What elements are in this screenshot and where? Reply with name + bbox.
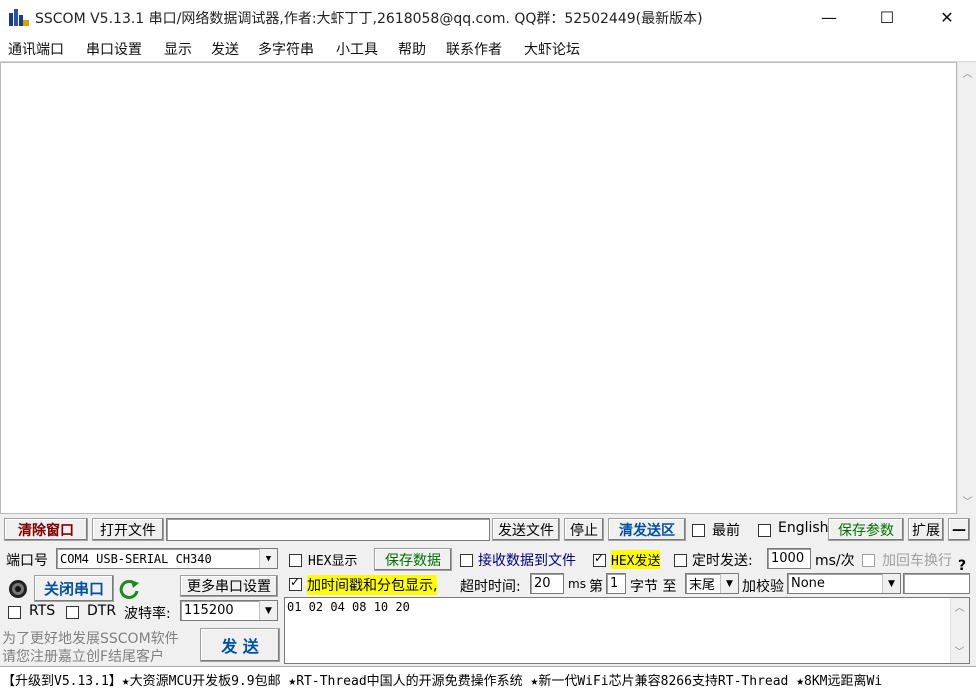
byte-to-label: 字节 至 <box>630 579 677 595</box>
window-title: SSCOM V5.13.1 串口/网络数据调试器,作者:大虾丁丁,2618058… <box>35 11 703 27</box>
more-settings-button[interactable]: 更多串口设置 <box>180 575 278 597</box>
port-select-value: COM4 USB-SERIAL CH340 <box>60 551 212 566</box>
chevron-down-icon[interactable]: ▼ <box>882 574 900 593</box>
help-icon[interactable]: ? <box>958 558 966 574</box>
recv-to-file-label: 接收数据到文件 <box>478 553 576 569</box>
save-data-button[interactable]: 保存数据 <box>374 548 452 571</box>
collapse-button[interactable]: — <box>948 518 970 541</box>
ticker-bar: 【升级到V5.13.1】★大资源MCU开发板9.9包邮 ★RT-Thread中国… <box>0 666 976 688</box>
timed-send-label: 定时发送: <box>692 553 753 569</box>
maximize-button[interactable]: ☐ <box>858 0 916 34</box>
dtr-label: DTR <box>87 603 117 619</box>
add-crlf-label: 加回车换行 <box>882 553 952 569</box>
timed-send-checkbox[interactable] <box>674 554 687 567</box>
hex-send-label: HEX发送 <box>611 550 661 569</box>
rts-checkbox[interactable] <box>8 606 21 619</box>
end-select[interactable]: 末尾 ▼ <box>685 573 739 594</box>
timestamp-checkbox[interactable] <box>289 575 302 591</box>
app-icon <box>8 7 30 27</box>
menu-bar: 通讯端口 串口设置 显示 发送 多字符串 小工具 帮助 联系作者 大虾论坛 <box>0 34 976 62</box>
hex-display-label: HEX显示 <box>308 554 358 569</box>
menu-serial-settings[interactable]: 串口设置 <box>86 39 142 59</box>
save-params-button[interactable]: 保存参数 <box>828 518 904 541</box>
extra-input[interactable] <box>903 573 970 594</box>
menu-display[interactable]: 显示 <box>164 39 192 59</box>
timeout-label: 超时时间: <box>460 579 521 595</box>
menu-forum[interactable]: 大虾论坛 <box>524 39 580 59</box>
baud-select-value: 115200 <box>184 603 234 618</box>
recv-to-file-checkbox[interactable] <box>460 554 473 567</box>
dtr-checkbox[interactable] <box>66 606 79 619</box>
menu-send[interactable]: 发送 <box>211 39 239 59</box>
send-content: 01 02 04 08 10 20 <box>287 600 410 614</box>
english-label: English <box>778 520 829 536</box>
checksum-label: 加校验 <box>742 579 784 595</box>
interval-unit-label: ms/次 <box>815 553 855 569</box>
refresh-icon[interactable] <box>118 578 140 600</box>
timeout-input[interactable]: 20 <box>530 573 564 594</box>
add-crlf-checkbox[interactable] <box>862 554 875 567</box>
receive-area[interactable] <box>0 62 957 514</box>
send-scrollbar[interactable]: ︿ ﹀ <box>950 598 969 663</box>
ticker-text[interactable]: 【升级到V5.13.1】★大资源MCU开发板9.9包邮 ★RT-Thread中国… <box>2 670 882 688</box>
baud-select[interactable]: 115200 ▼ <box>180 600 278 621</box>
hex-send-checkbox[interactable] <box>593 551 606 567</box>
close-button[interactable]: ✕ <box>918 0 976 34</box>
scroll-up-icon[interactable]: ︿ <box>953 602 966 615</box>
minimize-button[interactable]: — <box>800 0 858 34</box>
file-path-input[interactable] <box>166 518 490 541</box>
send-area[interactable]: 01 02 04 08 10 20 ︿ ﹀ <box>284 597 970 664</box>
checksum-select[interactable]: None ▼ <box>787 573 901 594</box>
interval-input[interactable]: 1000 <box>767 548 811 569</box>
expand-button[interactable]: 扩展 <box>908 518 944 541</box>
scroll-up-icon[interactable]: ︿ <box>961 68 974 81</box>
menu-help[interactable]: 帮助 <box>398 39 426 59</box>
chevron-down-icon[interactable]: ▼ <box>259 601 277 620</box>
open-file-button[interactable]: 打开文件 <box>92 518 164 541</box>
clear-window-button[interactable]: 清除窗口 <box>4 518 88 541</box>
checksum-select-value: None <box>791 576 825 591</box>
title-bar: SSCOM V5.13.1 串口/网络数据调试器,作者:大虾丁丁,2618058… <box>0 0 976 34</box>
menu-contact-author[interactable]: 联系作者 <box>446 39 502 59</box>
stop-button[interactable]: 停止 <box>564 518 604 541</box>
topmost-checkbox[interactable] <box>692 524 705 537</box>
nth-input[interactable]: 1 <box>606 573 626 594</box>
promo-line-2: 请您注册嘉立创F结尾客户 <box>2 649 165 665</box>
clear-send-button[interactable]: 清发送区 <box>608 518 686 541</box>
timestamp-label: 加时间戳和分包显示, <box>307 575 438 595</box>
chevron-down-icon[interactable]: ▼ <box>259 549 277 568</box>
end-select-value: 末尾 <box>689 578 716 593</box>
port-label: 端口号 <box>6 553 48 569</box>
rts-label: RTS <box>29 603 56 619</box>
menu-comm-port[interactable]: 通讯端口 <box>8 39 64 59</box>
baud-label: 波特率: <box>124 606 171 622</box>
scroll-down-icon[interactable]: ﹀ <box>953 646 966 659</box>
port-status-icon <box>7 578 29 600</box>
topmost-label: 最前 <box>712 523 740 539</box>
timeout-unit-label: ms <box>568 577 586 591</box>
menu-multi-string[interactable]: 多字符串 <box>258 39 314 59</box>
chevron-down-icon[interactable]: ▼ <box>720 574 738 593</box>
english-checkbox[interactable] <box>758 524 771 537</box>
port-select[interactable]: COM4 USB-SERIAL CH340 ▼ <box>56 548 278 569</box>
hex-display-checkbox[interactable] <box>289 554 302 567</box>
send-button[interactable]: 发 送 <box>200 628 280 662</box>
scroll-down-icon[interactable]: ﹀ <box>961 496 974 509</box>
receive-scrollbar[interactable]: ︿ ﹀ <box>957 62 976 514</box>
send-file-button[interactable]: 发送文件 <box>492 518 560 541</box>
promo-line-1: 为了更好地发展SSCOM软件 <box>2 631 179 647</box>
nth-label: 第 <box>589 579 603 595</box>
close-port-button[interactable]: 关闭串口 <box>34 575 114 602</box>
menu-tools[interactable]: 小工具 <box>336 39 378 59</box>
